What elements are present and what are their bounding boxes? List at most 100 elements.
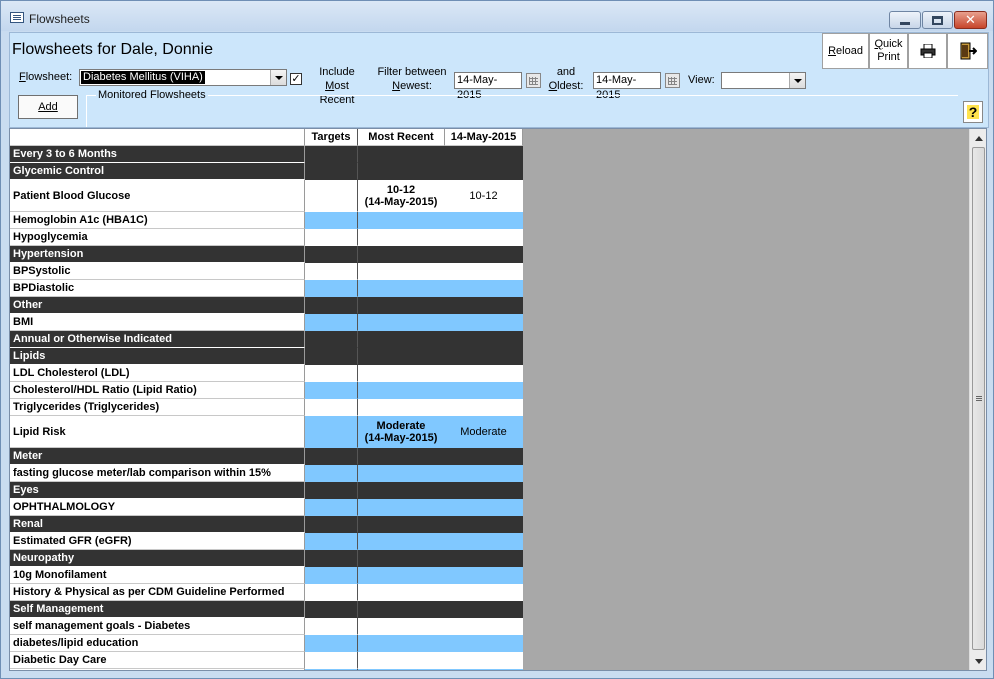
most-recent-cell[interactable] [358,263,445,280]
reload-button[interactable]: Reload [822,33,869,69]
table-row[interactable] [10,669,523,670]
most-recent-cell[interactable] [358,399,445,416]
targets-cell[interactable] [305,180,358,212]
most-recent-cell[interactable] [358,516,445,533]
most-recent-cell[interactable] [358,652,445,669]
help-button[interactable]: ? [963,101,983,123]
date-value-cell[interactable] [445,146,523,163]
most-recent-cell[interactable] [358,533,445,550]
date-value-cell[interactable] [445,212,523,229]
chevron-down-icon[interactable] [789,73,805,88]
most-recent-cell[interactable] [358,550,445,567]
group-header-row[interactable]: Lipids [10,348,523,365]
oldest-date-input[interactable]: 14-May-2015 [593,72,661,101]
table-row[interactable]: Hypoglycemia [10,229,523,246]
targets-cell[interactable] [305,652,358,669]
quick-print-button[interactable]: Quick Print [869,33,908,69]
group-header-row[interactable]: Glycemic Control [10,163,523,180]
table-row[interactable]: BMI [10,314,523,331]
most-recent-cell[interactable] [358,331,445,348]
group-header-row[interactable]: Hypertension [10,246,523,263]
table-row[interactable]: Estimated GFR (eGFR) [10,533,523,550]
date-value-cell[interactable] [445,297,523,314]
most-recent-cell[interactable] [358,280,445,297]
most-recent-cell[interactable] [358,297,445,314]
date-value-cell[interactable] [445,669,523,670]
most-recent-cell[interactable] [358,567,445,584]
date-value-cell[interactable] [445,331,523,348]
targets-cell[interactable] [305,382,358,399]
date-value-cell[interactable] [445,567,523,584]
date-value-cell[interactable] [445,465,523,482]
most-recent-cell[interactable] [358,448,445,465]
group-header-row[interactable]: Neuropathy [10,550,523,567]
targets-cell[interactable] [305,516,358,533]
targets-cell[interactable] [305,567,358,584]
date-value-cell[interactable] [445,163,523,180]
most-recent-cell[interactable] [358,246,445,263]
targets-cell[interactable] [305,550,358,567]
date-value-cell[interactable] [445,246,523,263]
date-value-cell[interactable] [445,229,523,246]
title-bar[interactable]: Flowsheets ✕ [1,1,993,31]
targets-cell[interactable] [305,482,358,499]
date-value-cell[interactable] [445,618,523,635]
scroll-down-icon[interactable] [972,654,985,668]
most-recent-cell[interactable] [358,382,445,399]
most-recent-cell[interactable] [358,499,445,516]
table-row[interactable]: LDL Cholesterol (LDL) [10,365,523,382]
most-recent-cell[interactable] [358,635,445,652]
table-row[interactable]: Lipid Risk Moderate (14-May-2015) Moderate [10,416,523,448]
exit-button[interactable] [947,33,988,69]
targets-cell[interactable] [305,246,358,263]
most-recent-cell[interactable] [358,212,445,229]
table-row[interactable]: Triglycerides (Triglycerides) [10,399,523,416]
most-recent-cell[interactable] [358,163,445,180]
table-row[interactable]: Cholesterol/HDL Ratio (Lipid Ratio) [10,382,523,399]
table-row[interactable]: BPDiastolic [10,280,523,297]
table-row[interactable]: History & Physical as per CDM Guideline … [10,584,523,601]
calendar-icon[interactable] [665,73,680,88]
date-value-cell[interactable] [445,482,523,499]
date-value-cell[interactable] [445,652,523,669]
most-recent-cell[interactable] [358,618,445,635]
targets-cell[interactable] [305,365,358,382]
most-recent-cell[interactable] [358,669,445,670]
date-value-cell[interactable] [445,635,523,652]
table-row[interactable]: Patient Blood Glucose 10-12 (14-May-2015) 1… [10,180,523,212]
table-row[interactable]: self management goals - Diabetes [10,618,523,635]
targets-cell[interactable] [305,280,358,297]
targets-cell[interactable] [305,348,358,365]
date-value-cell[interactable] [445,348,523,365]
date-value-cell[interactable] [445,399,523,416]
table-row[interactable]: fasting glucose meter/lab comparison wit… [10,465,523,482]
flowsheet-select[interactable]: Diabetes Mellitus (VIHA) [79,69,287,86]
maximize-button[interactable] [922,11,953,29]
date-value-cell[interactable] [445,382,523,399]
date-value-cell[interactable] [445,263,523,280]
targets-cell[interactable] [305,212,358,229]
date-value-cell[interactable] [445,601,523,618]
most-recent-cell[interactable] [358,465,445,482]
vertical-scrollbar[interactable] [969,129,986,670]
table-row[interactable]: BPSystolic [10,263,523,280]
date-value-cell[interactable]: 10-12 [445,180,523,212]
targets-cell[interactable] [305,584,358,601]
table-row[interactable]: Diabetic Day Care [10,652,523,669]
newest-date-input[interactable]: 14-May-2015 [454,72,522,101]
scroll-thumb[interactable] [972,147,985,650]
date-value-cell[interactable] [445,499,523,516]
group-header-row[interactable]: Meter [10,448,523,465]
date-value-cell[interactable] [445,516,523,533]
group-header-row[interactable]: Other [10,297,523,314]
most-recent-cell[interactable] [358,584,445,601]
chevron-down-icon[interactable] [270,70,286,85]
targets-cell[interactable] [305,499,358,516]
targets-cell[interactable] [305,416,358,448]
targets-cell[interactable] [305,533,358,550]
table-row[interactable]: 10g Monofilament [10,567,523,584]
group-header-row[interactable]: Renal [10,516,523,533]
most-recent-cell[interactable] [358,229,445,246]
most-recent-cell[interactable] [358,365,445,382]
close-button[interactable]: ✕ [954,11,987,29]
